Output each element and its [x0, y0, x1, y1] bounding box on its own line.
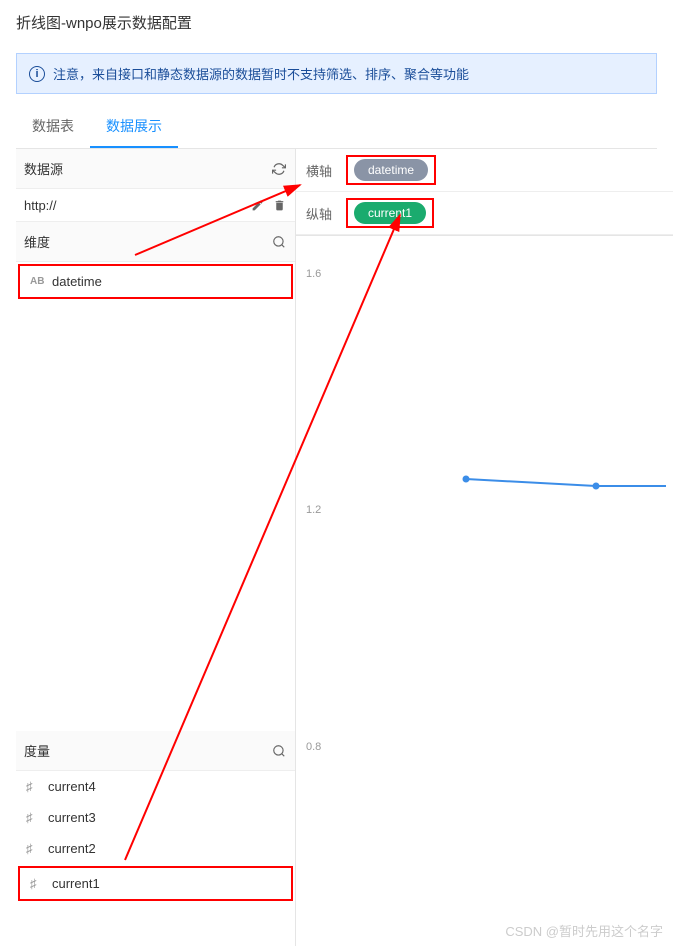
- vertical-axis-row: 纵轴 current1: [296, 192, 673, 235]
- source-row: http://: [16, 189, 295, 222]
- watermark: CSDN @暂时先用这个名字: [505, 921, 663, 940]
- field-name: current4: [48, 779, 96, 794]
- line-chart: [336, 236, 666, 936]
- metric-field[interactable]: ♯ current3: [16, 802, 295, 833]
- field-name: current2: [48, 841, 96, 856]
- metric-field[interactable]: ♯ current2: [16, 833, 295, 864]
- info-banner: i 注意，来自接口和静态数据源的数据暂时不支持筛选、排序、聚合等功能: [16, 53, 657, 94]
- field-name: datetime: [52, 274, 102, 289]
- field-name: current3: [48, 810, 96, 825]
- tab-datatable[interactable]: 数据表: [16, 106, 90, 148]
- info-text: 注意，来自接口和静态数据源的数据暂时不支持筛选、排序、聚合等功能: [53, 64, 469, 83]
- metric-field-current1[interactable]: ♯ current1: [18, 866, 293, 901]
- datasource-title: 数据源: [24, 159, 63, 178]
- hash-icon: ♯: [30, 876, 46, 891]
- dimension-field-datetime[interactable]: AB datetime: [18, 264, 293, 299]
- hash-icon: ♯: [26, 810, 42, 825]
- dimension-title: 维度: [24, 232, 50, 251]
- datasource-header: 数据源: [16, 149, 295, 189]
- metric-header: 度量: [16, 731, 295, 771]
- right-panel: 横轴 datetime 纵轴 current1 1.6 1.2 0.8: [296, 149, 673, 946]
- vertical-axis-pill[interactable]: current1: [354, 202, 426, 224]
- dimension-header: 维度: [16, 222, 295, 262]
- edit-icon[interactable]: [249, 197, 265, 213]
- hash-icon: ♯: [26, 779, 42, 794]
- metric-title: 度量: [24, 741, 50, 760]
- y-tick: 0.8: [306, 741, 321, 753]
- horizontal-axis-pill[interactable]: datetime: [354, 159, 428, 181]
- y-tick: 1.2: [306, 504, 321, 516]
- metric-field[interactable]: ♯ current4: [16, 771, 295, 802]
- tabs: 数据表 数据展示: [16, 106, 657, 149]
- y-tick: 1.6: [306, 268, 321, 280]
- info-icon: i: [29, 66, 45, 82]
- type-label-icon: AB: [30, 276, 46, 287]
- search-icon[interactable]: [271, 743, 287, 759]
- left-panel: 数据源 http:// 维度 AB: [16, 149, 296, 946]
- horizontal-axis-row: 横轴 datetime: [296, 149, 673, 192]
- delete-icon[interactable]: [271, 197, 287, 213]
- source-url: http://: [24, 198, 57, 213]
- refresh-icon[interactable]: [271, 161, 287, 177]
- field-name: current1: [52, 876, 100, 891]
- page-title: 折线图-wnpo展示数据配置: [0, 0, 673, 45]
- tab-datadisplay[interactable]: 数据展示: [90, 106, 178, 148]
- vertical-axis-label: 纵轴: [306, 204, 336, 223]
- search-icon[interactable]: [271, 234, 287, 250]
- chart-area: 1.6 1.2 0.8: [296, 236, 673, 946]
- horizontal-axis-label: 横轴: [306, 161, 336, 180]
- hash-icon: ♯: [26, 841, 42, 856]
